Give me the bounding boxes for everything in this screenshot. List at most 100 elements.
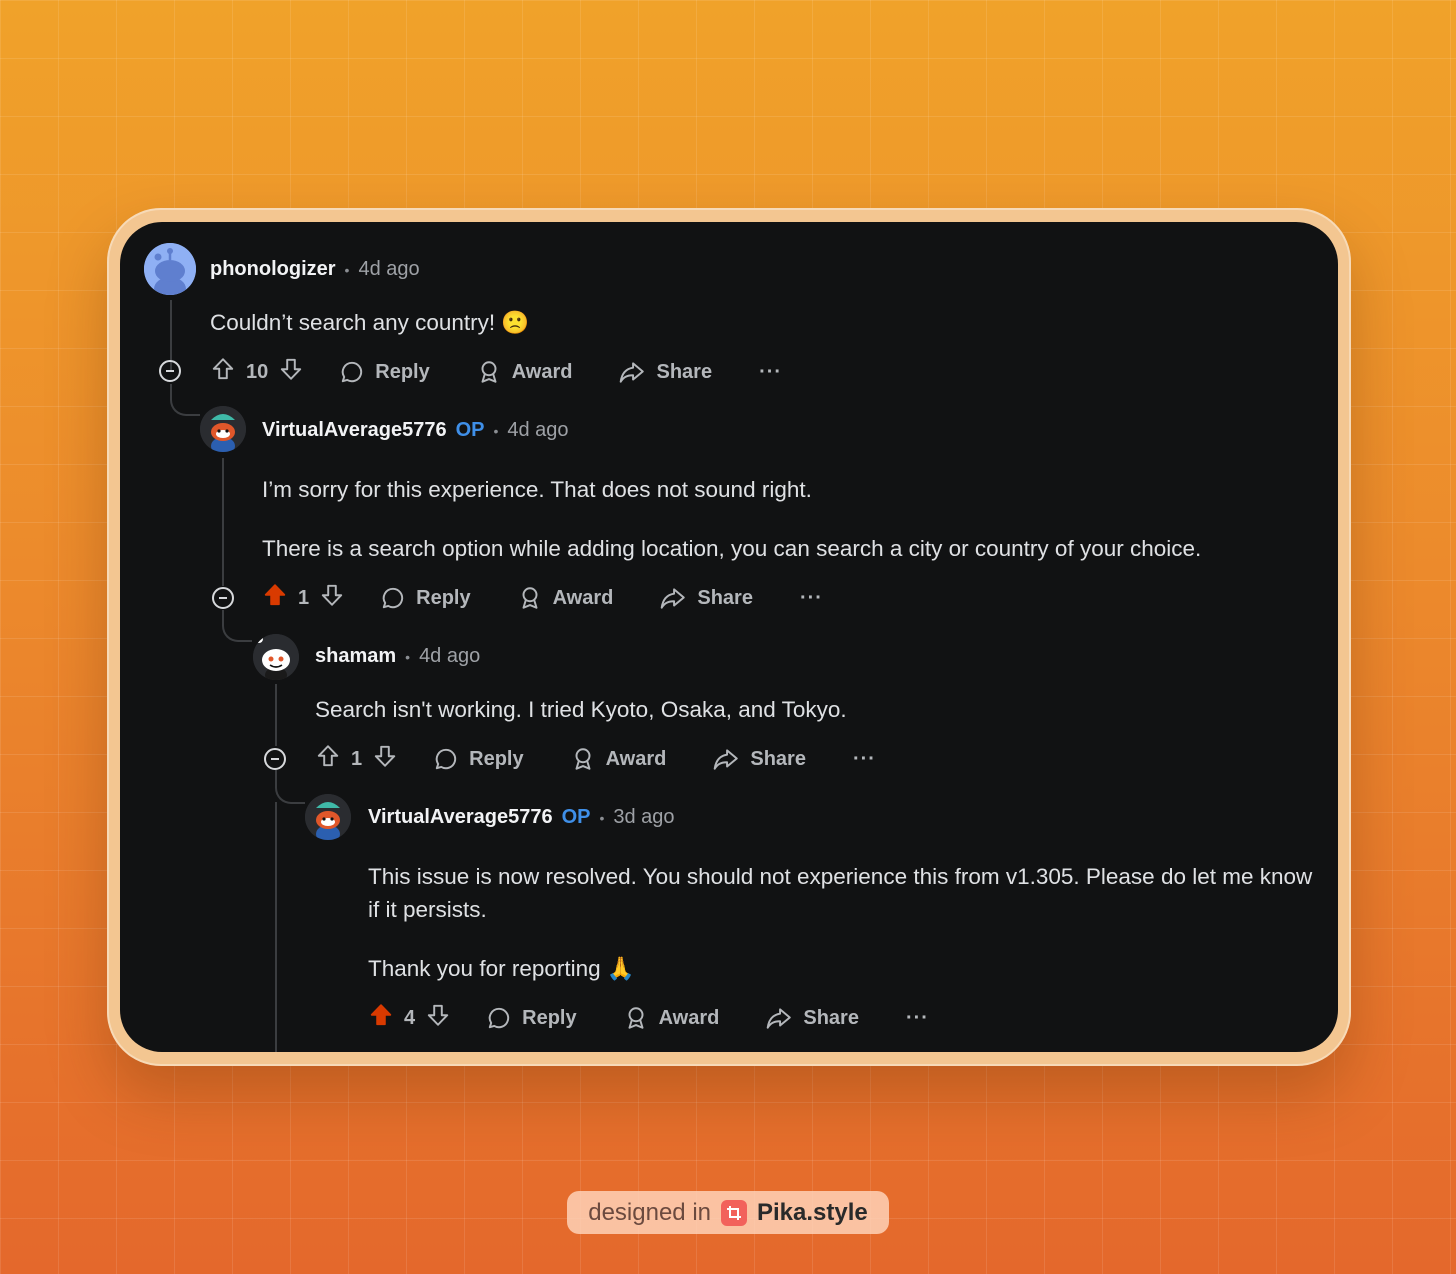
avatar[interactable] xyxy=(305,794,351,840)
more-options-button[interactable]: ··· xyxy=(800,587,823,610)
comment-meta: phonologizer • 4d ago xyxy=(210,258,420,281)
vote-group: 10 xyxy=(210,356,304,388)
upvote-button[interactable] xyxy=(368,1002,394,1034)
award-button[interactable]: Award xyxy=(476,359,572,385)
timestamp[interactable]: 4d ago xyxy=(419,645,480,668)
award-icon xyxy=(575,748,591,770)
snoo-avatar-icon xyxy=(144,243,196,295)
comment-text: This issue is now resolved. You should n… xyxy=(368,864,1313,922)
comment-actions: 10 Reply Award Share ··· xyxy=(210,352,782,392)
vote-group: 1 xyxy=(315,743,398,775)
reply-bubble-icon xyxy=(342,361,363,383)
share-icon xyxy=(714,749,739,770)
thread-line xyxy=(275,684,277,746)
comment-body: I’m sorry for this experience. That does… xyxy=(262,473,1322,565)
snoo-avatar-icon xyxy=(305,794,351,840)
watermark-brand: Pika.style xyxy=(757,1198,868,1226)
award-icon xyxy=(522,587,538,609)
comment-body: This issue is now resolved. You should n… xyxy=(368,860,1313,985)
username[interactable]: VirtualAverage5776 xyxy=(368,806,553,829)
more-options-button[interactable]: ··· xyxy=(853,748,876,771)
award-label: Award xyxy=(658,1006,720,1029)
downvote-icon xyxy=(281,358,302,380)
upvote-filled-icon xyxy=(370,1004,392,1026)
more-options-button[interactable]: ··· xyxy=(759,361,782,384)
username[interactable]: phonologizer xyxy=(210,258,336,281)
reply-label: Reply xyxy=(375,360,430,383)
comment-text: There is a search option while adding lo… xyxy=(262,536,1202,561)
comment-thread-card: phonologizer • 4d ago Couldn’t search an… xyxy=(120,222,1338,1052)
award-button[interactable]: Award xyxy=(517,585,613,611)
downvote-button[interactable] xyxy=(278,356,304,388)
vote-count: 4 xyxy=(404,1006,416,1029)
share-icon xyxy=(767,1008,792,1029)
username[interactable]: shamam xyxy=(315,645,396,668)
downvote-button[interactable] xyxy=(372,743,398,775)
award-icon xyxy=(628,1007,644,1029)
thread-curve xyxy=(170,384,200,416)
reply-bubble-icon xyxy=(435,748,457,770)
op-badge: OP xyxy=(455,419,485,441)
vote-count: 1 xyxy=(351,747,363,770)
comment-text: I’m sorry for this experience. That does… xyxy=(262,477,812,502)
upvote-button[interactable] xyxy=(315,743,341,775)
avatar[interactable] xyxy=(253,634,299,680)
avatar[interactable] xyxy=(200,406,246,452)
thread-line xyxy=(222,458,224,586)
separator-dot: • xyxy=(599,809,605,826)
share-button[interactable]: Share xyxy=(618,359,712,385)
share-label: Share xyxy=(750,747,806,770)
vote-count: 10 xyxy=(246,360,269,383)
share-button[interactable]: Share xyxy=(765,1005,859,1031)
award-icon xyxy=(481,361,497,383)
upvote-button[interactable] xyxy=(210,356,236,388)
share-icon xyxy=(661,588,686,609)
downvote-icon xyxy=(374,745,396,767)
op-badge: OP xyxy=(561,806,591,828)
timestamp[interactable]: 4d ago xyxy=(358,258,419,281)
award-button[interactable]: Award xyxy=(570,746,667,772)
pika-logo-icon xyxy=(721,1199,747,1226)
comment-text: Couldn’t search any country! 🙁 xyxy=(210,310,530,335)
reply-button[interactable]: Reply xyxy=(339,359,430,385)
snoo-avatar-icon xyxy=(253,634,299,680)
vote-group: 4 xyxy=(368,1002,451,1034)
collapse-thread-button[interactable] xyxy=(159,360,181,382)
downvote-button[interactable] xyxy=(425,1002,451,1034)
share-button[interactable]: Share xyxy=(659,585,753,611)
reply-label: Reply xyxy=(469,747,524,770)
username[interactable]: VirtualAverage5776 xyxy=(262,419,447,442)
timestamp[interactable]: 3d ago xyxy=(613,806,674,829)
avatar[interactable] xyxy=(144,243,196,295)
comment-text: Thank you for reporting 🙏 xyxy=(368,956,635,981)
comment-meta: VirtualAverage5776 OP • 3d ago xyxy=(368,806,675,829)
reply-bubble-icon xyxy=(488,1007,510,1029)
vote-count: 1 xyxy=(298,586,310,609)
comment-actions: 4 Reply Award Share ··· xyxy=(368,998,929,1038)
more-options-button[interactable]: ··· xyxy=(906,1007,929,1030)
reply-button[interactable]: Reply xyxy=(433,746,524,772)
downvote-icon xyxy=(427,1004,449,1026)
comment-meta: VirtualAverage5776 OP • 4d ago xyxy=(262,419,569,442)
collapse-thread-button[interactable] xyxy=(264,748,286,770)
watermark-badge[interactable]: designed in Pika.style xyxy=(567,1191,889,1234)
comment-actions: 1 Reply Award Share ··· xyxy=(315,739,876,779)
downvote-button[interactable] xyxy=(319,582,345,614)
collapse-thread-button[interactable] xyxy=(212,587,234,609)
award-button[interactable]: Award xyxy=(623,1005,720,1031)
timestamp[interactable]: 4d ago xyxy=(507,419,568,442)
reply-button[interactable]: Reply xyxy=(380,585,471,611)
share-button[interactable]: Share xyxy=(712,746,806,772)
vote-group: 1 xyxy=(262,582,345,614)
share-label: Share xyxy=(656,360,713,383)
reply-bubble-icon xyxy=(382,587,404,609)
comment-body: Couldn’t search any country! 🙁 xyxy=(210,306,1310,339)
watermark-prefix: designed in xyxy=(588,1198,711,1226)
reply-button[interactable]: Reply xyxy=(486,1005,577,1031)
award-label: Award xyxy=(605,747,667,770)
upvote-icon xyxy=(317,745,339,767)
comment-body: Search isn't working. I tried Kyoto, Osa… xyxy=(315,693,1315,726)
upvote-filled-icon xyxy=(264,584,286,606)
upvote-button[interactable] xyxy=(262,582,288,614)
separator-dot: • xyxy=(344,261,350,278)
